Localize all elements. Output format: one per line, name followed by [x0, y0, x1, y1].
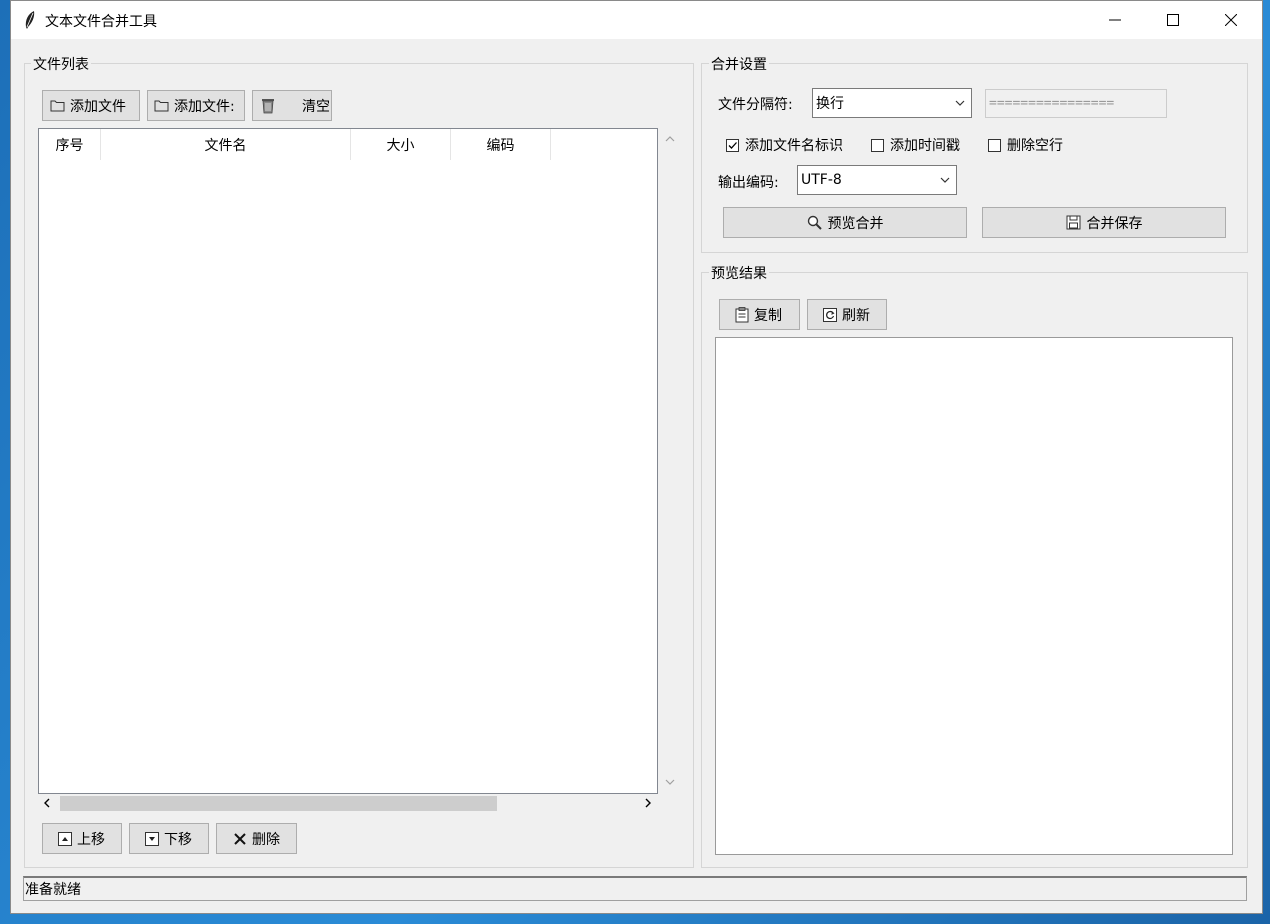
add-folder-button[interactable]: 添加文件: [147, 90, 245, 121]
clipboard-icon [734, 306, 750, 323]
move-up-label: 上移 [77, 831, 105, 848]
clear-button[interactable]: 清空 [252, 90, 332, 121]
output-encoding-value: UTF-8 [801, 172, 842, 188]
preview-legend: 预览结果 [709, 263, 769, 283]
folder-icon [153, 98, 169, 114]
chevron-down-icon [955, 100, 965, 106]
maximize-button[interactable] [1144, 1, 1202, 39]
file-table[interactable]: 序号 文件名 大小 编码 [38, 128, 658, 794]
close-icon [1225, 14, 1237, 26]
status-text: 准备就绪 [25, 882, 81, 898]
separator-custom-input[interactable]: ================ [985, 89, 1167, 118]
title-bar[interactable]: 文本文件合并工具 [11, 1, 1262, 39]
folder-icon [49, 98, 65, 114]
magnifier-icon [807, 215, 823, 231]
separator-combobox[interactable]: 换行 [812, 88, 972, 118]
minimize-icon [1109, 19, 1121, 21]
preview-merge-button[interactable]: 预览合并 [723, 207, 967, 238]
scroll-up-arrow-icon[interactable] [665, 136, 675, 142]
scroll-left-arrow-icon[interactable] [44, 798, 50, 808]
floppy-disk-icon [1066, 215, 1082, 231]
output-encoding-label: 输出编码: [718, 175, 779, 191]
scroll-down-arrow-icon[interactable] [665, 779, 675, 785]
add-folder-label: 添加文件: [174, 98, 235, 115]
window-title: 文本文件合并工具 [45, 14, 157, 30]
checkbox-checked-icon [726, 138, 739, 152]
add-timestamp-label: 添加时间戳 [890, 138, 960, 154]
arrow-up-icon [57, 831, 73, 847]
move-down-button[interactable]: 下移 [129, 823, 209, 854]
remove-empty-lines-label: 删除空行 [1007, 138, 1063, 154]
column-header-encoding[interactable]: 编码 [451, 129, 551, 160]
copy-button[interactable]: 复制 [719, 299, 800, 330]
merge-settings-legend: 合并设置 [709, 54, 769, 74]
scroll-thumb[interactable] [60, 796, 497, 811]
remove-empty-lines-checkbox[interactable]: 删除空行 [988, 135, 1063, 155]
chevron-down-icon [940, 177, 950, 183]
minimize-button[interactable] [1086, 1, 1144, 39]
output-encoding-combobox[interactable]: UTF-8 [797, 165, 957, 195]
copy-label: 复制 [754, 307, 782, 324]
merge-save-button[interactable]: 合并保存 [982, 207, 1226, 238]
delete-label: 删除 [252, 831, 280, 848]
feather-icon [25, 11, 35, 29]
merge-save-label: 合并保存 [1086, 215, 1143, 232]
add-timestamp-checkbox[interactable]: 添加时间戳 [871, 135, 960, 155]
maximize-icon [1167, 14, 1179, 26]
trash-icon [260, 98, 276, 114]
file-table-horizontal-scrollbar[interactable] [39, 794, 661, 812]
status-bar: 准备就绪 [23, 876, 1247, 901]
move-up-button[interactable]: 上移 [42, 823, 122, 854]
checkbox-unchecked-icon [871, 138, 884, 152]
app-window: 文本文件合并工具 文件列表 添加文件 添加文件: 清空 序号 文件名 大小 编码… [10, 0, 1263, 914]
arrow-down-icon [144, 831, 160, 847]
clear-label: 清空 [302, 98, 330, 115]
add-filename-marker-label: 添加文件名标识 [745, 138, 843, 154]
x-icon [232, 831, 248, 847]
refresh-button[interactable]: 刷新 [807, 299, 887, 330]
refresh-label: 刷新 [842, 307, 870, 324]
column-header-filename[interactable]: 文件名 [101, 129, 351, 160]
close-button[interactable] [1202, 1, 1260, 39]
refresh-icon [822, 307, 838, 323]
column-header-index[interactable]: 序号 [39, 129, 101, 160]
add-file-button[interactable]: 添加文件 [42, 90, 140, 121]
preview-text-area[interactable] [715, 337, 1233, 855]
move-down-label: 下移 [164, 831, 192, 848]
checkbox-unchecked-icon [988, 138, 1001, 152]
separator-value: 换行 [816, 96, 844, 112]
preview-merge-label: 预览合并 [827, 215, 884, 232]
file-table-vertical-scrollbar[interactable] [661, 129, 679, 795]
column-header-size[interactable]: 大小 [351, 129, 451, 160]
add-file-label: 添加文件 [70, 98, 126, 115]
file-list-legend: 文件列表 [31, 54, 91, 74]
delete-button[interactable]: 删除 [216, 823, 297, 854]
scroll-right-arrow-icon[interactable] [645, 798, 651, 808]
separator-custom-text: ================ [989, 96, 1115, 111]
add-filename-marker-checkbox[interactable]: 添加文件名标识 [726, 135, 843, 155]
separator-label: 文件分隔符: [718, 97, 793, 113]
